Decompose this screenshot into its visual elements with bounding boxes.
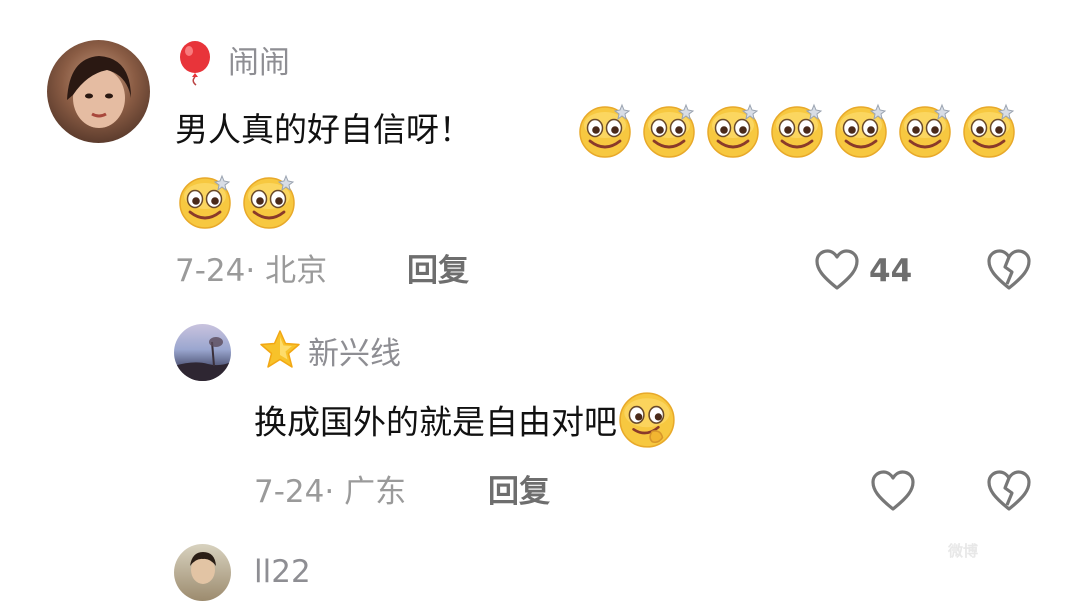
- dizzy-smile-emoji: [770, 103, 824, 159]
- comment-text: 男人真的好自信呀！: [175, 110, 472, 149]
- comment-text-body: 换成国外的就是自由对吧: [254, 402, 617, 442]
- landscape-image: [174, 337, 231, 381]
- emoji-row-2: [176, 172, 298, 230]
- dizzy-smile-emoji: [178, 174, 232, 230]
- dizzy-smile-emoji: [962, 103, 1016, 159]
- comment-author[interactable]: ll22: [254, 552, 311, 592]
- like-icon[interactable]: [814, 248, 860, 296]
- dizzy-smile-emoji: [642, 103, 696, 159]
- like-icon[interactable]: [870, 469, 916, 517]
- reply-button[interactable]: 回复: [488, 472, 550, 512]
- comment-author[interactable]: 闹闹: [228, 43, 290, 83]
- star-icon: [258, 328, 302, 376]
- like-count: 44: [869, 253, 913, 289]
- comment-date-location: 7-24· 广东: [254, 474, 407, 510]
- dizzy-smile-emoji: [242, 174, 296, 230]
- watermark: 微博: [948, 542, 979, 560]
- dizzy-smile-emoji: [898, 103, 952, 159]
- dislike-icon[interactable]: [986, 469, 1032, 517]
- smirk-emoji: [619, 392, 675, 448]
- dislike-icon[interactable]: [986, 248, 1032, 296]
- dizzy-smile-emoji: [578, 103, 632, 159]
- comment-text: 换成国外的就是自由对吧: [254, 392, 677, 450]
- comment-date-location: 7-24· 北京: [175, 253, 328, 289]
- emoji-row: [576, 101, 1026, 159]
- avatar[interactable]: [174, 324, 231, 381]
- avatar[interactable]: [174, 544, 231, 601]
- dizzy-smile-emoji: [706, 103, 760, 159]
- balloon-icon: [176, 40, 214, 90]
- reply-button[interactable]: 回复: [407, 251, 469, 291]
- dizzy-smile-emoji: [834, 103, 888, 159]
- avatar[interactable]: [47, 40, 150, 143]
- portrait-image: [67, 56, 131, 128]
- portrait-image: [190, 552, 216, 584]
- comment-author[interactable]: 新兴线: [308, 334, 401, 374]
